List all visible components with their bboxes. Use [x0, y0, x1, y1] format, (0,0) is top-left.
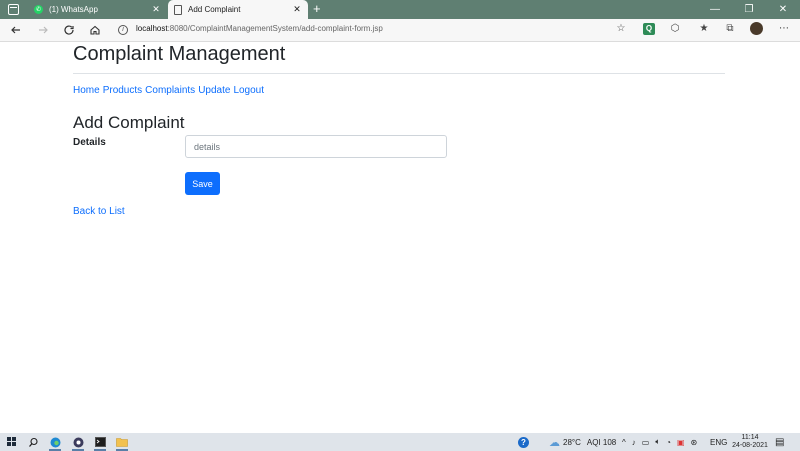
- address-bar: i localhost:8080/ComplaintManagementSyst…: [0, 19, 800, 42]
- terminal-icon: [94, 437, 106, 447]
- weather-temperature: 28°C: [563, 437, 581, 447]
- nav-link-update[interactable]: Update: [198, 85, 230, 96]
- reload-button[interactable]: [60, 21, 78, 39]
- start-button[interactable]: [5, 435, 19, 449]
- notification-icon[interactable]: ▤: [775, 433, 784, 451]
- save-button[interactable]: Save: [185, 172, 220, 195]
- help-icon: ?: [518, 436, 529, 448]
- minimize-button[interactable]: —: [698, 0, 732, 19]
- chevron-up-icon[interactable]: ^: [622, 438, 626, 447]
- page-icon: [174, 4, 182, 15]
- reload-icon: [64, 25, 74, 35]
- taskbar-app[interactable]: [70, 435, 86, 451]
- whatsapp-icon: ✆: [34, 5, 43, 14]
- new-tab-button[interactable]: +: [313, 1, 321, 17]
- windows-logo-icon: [7, 437, 11, 441]
- weather-widget[interactable]: ☁ 28°C AQI 108: [549, 433, 616, 451]
- folder-icon: [116, 438, 128, 447]
- app-icon: [73, 437, 83, 447]
- favorites-icon[interactable]: ★: [698, 23, 710, 35]
- close-tab-icon[interactable]: ✕: [290, 4, 304, 15]
- add-favorite-icon[interactable]: ☆: [615, 23, 627, 35]
- site-info-icon[interactable]: i: [118, 25, 128, 35]
- app-tray-icon[interactable]: ▣: [677, 438, 685, 447]
- nav-link-home[interactable]: Home: [73, 85, 100, 96]
- restore-button[interactable]: ❐: [732, 0, 766, 19]
- wifi-icon[interactable]: ◔: [666, 438, 671, 447]
- top-navigation: Home Products Complaints Update Logout: [73, 85, 264, 96]
- close-window-button[interactable]: ✕: [766, 0, 800, 19]
- home-icon: [90, 25, 100, 35]
- home-button[interactable]: [86, 21, 104, 39]
- forward-button[interactable]: [34, 21, 52, 39]
- page-content: Complaint Management Home Products Compl…: [0, 43, 800, 433]
- nav-link-logout[interactable]: Logout: [233, 85, 264, 96]
- cloud-icon: ☁: [549, 436, 560, 449]
- nav-link-complaints[interactable]: Complaints: [145, 85, 195, 96]
- taskbar-file-explorer[interactable]: [114, 435, 130, 451]
- air-quality-index: AQI 108: [586, 437, 617, 447]
- taskbar: ? ☁ 28°C AQI 108 ^ ♪ ▭ 🔈︎ ◔ ▣ ⊛ ENG 11:1…: [0, 433, 800, 451]
- clock[interactable]: 11:14 24-08-2021: [730, 433, 770, 451]
- back-button[interactable]: [7, 21, 25, 39]
- browser-tab-strip: ✆ (1) WhatsApp ✕ Add Complaint ✕ + — ❐ ✕: [0, 0, 800, 19]
- details-input[interactable]: [185, 135, 447, 158]
- section-title: Add Complaint: [73, 113, 185, 132]
- tab-whatsapp[interactable]: ✆ (1) WhatsApp ✕: [28, 0, 167, 19]
- close-tab-icon[interactable]: ✕: [149, 4, 163, 15]
- search-icon: [28, 437, 38, 447]
- tab-title: Add Complaint: [188, 5, 241, 14]
- clock-date: 24-08-2021: [732, 442, 768, 449]
- url-path: :8080/ComplaintManagementSystem/add-comp…: [167, 24, 383, 33]
- volume-icon[interactable]: 🔈︎: [655, 437, 660, 447]
- profile-avatar[interactable]: [750, 22, 763, 35]
- battery-icon[interactable]: ▭: [642, 438, 650, 447]
- taskbar-terminal[interactable]: [92, 435, 108, 451]
- arrow-right-icon: [39, 26, 48, 34]
- speaker-mute-icon[interactable]: ♪: [632, 438, 636, 447]
- details-label: Details: [73, 137, 106, 148]
- help-tray[interactable]: ?: [518, 433, 529, 451]
- search-button[interactable]: [26, 435, 40, 449]
- security-icon[interactable]: ⊛: [691, 438, 698, 447]
- url-field[interactable]: localhost:8080/ComplaintManagementSystem…: [136, 24, 383, 33]
- nav-link-products[interactable]: Products: [103, 85, 142, 96]
- window-menu-icon[interactable]: [8, 4, 19, 15]
- window-controls: — ❐ ✕: [698, 0, 800, 19]
- language-indicator[interactable]: ENG: [710, 433, 727, 451]
- url-host: localhost: [136, 24, 168, 33]
- tab-title: (1) WhatsApp: [49, 5, 98, 14]
- back-to-list-link[interactable]: Back to List: [73, 206, 125, 217]
- tab-add-complaint[interactable]: Add Complaint ✕: [168, 0, 308, 19]
- more-options-icon[interactable]: ⋯: [778, 23, 790, 35]
- extension-puzzle-icon[interactable]: ⬡: [669, 23, 681, 35]
- edge-icon: [50, 437, 60, 447]
- system-tray-icons: ^ ♪ ▭ 🔈︎ ◔ ▣ ⊛: [622, 433, 697, 451]
- extension-icon[interactable]: Q: [643, 23, 655, 35]
- page-title: Complaint Management: [73, 43, 286, 65]
- collections-icon[interactable]: ⧉: [724, 23, 736, 35]
- title-divider: [73, 73, 725, 74]
- arrow-left-icon: [11, 26, 20, 34]
- taskbar-edge[interactable]: [47, 435, 63, 451]
- clock-time: 11:14: [741, 434, 759, 441]
